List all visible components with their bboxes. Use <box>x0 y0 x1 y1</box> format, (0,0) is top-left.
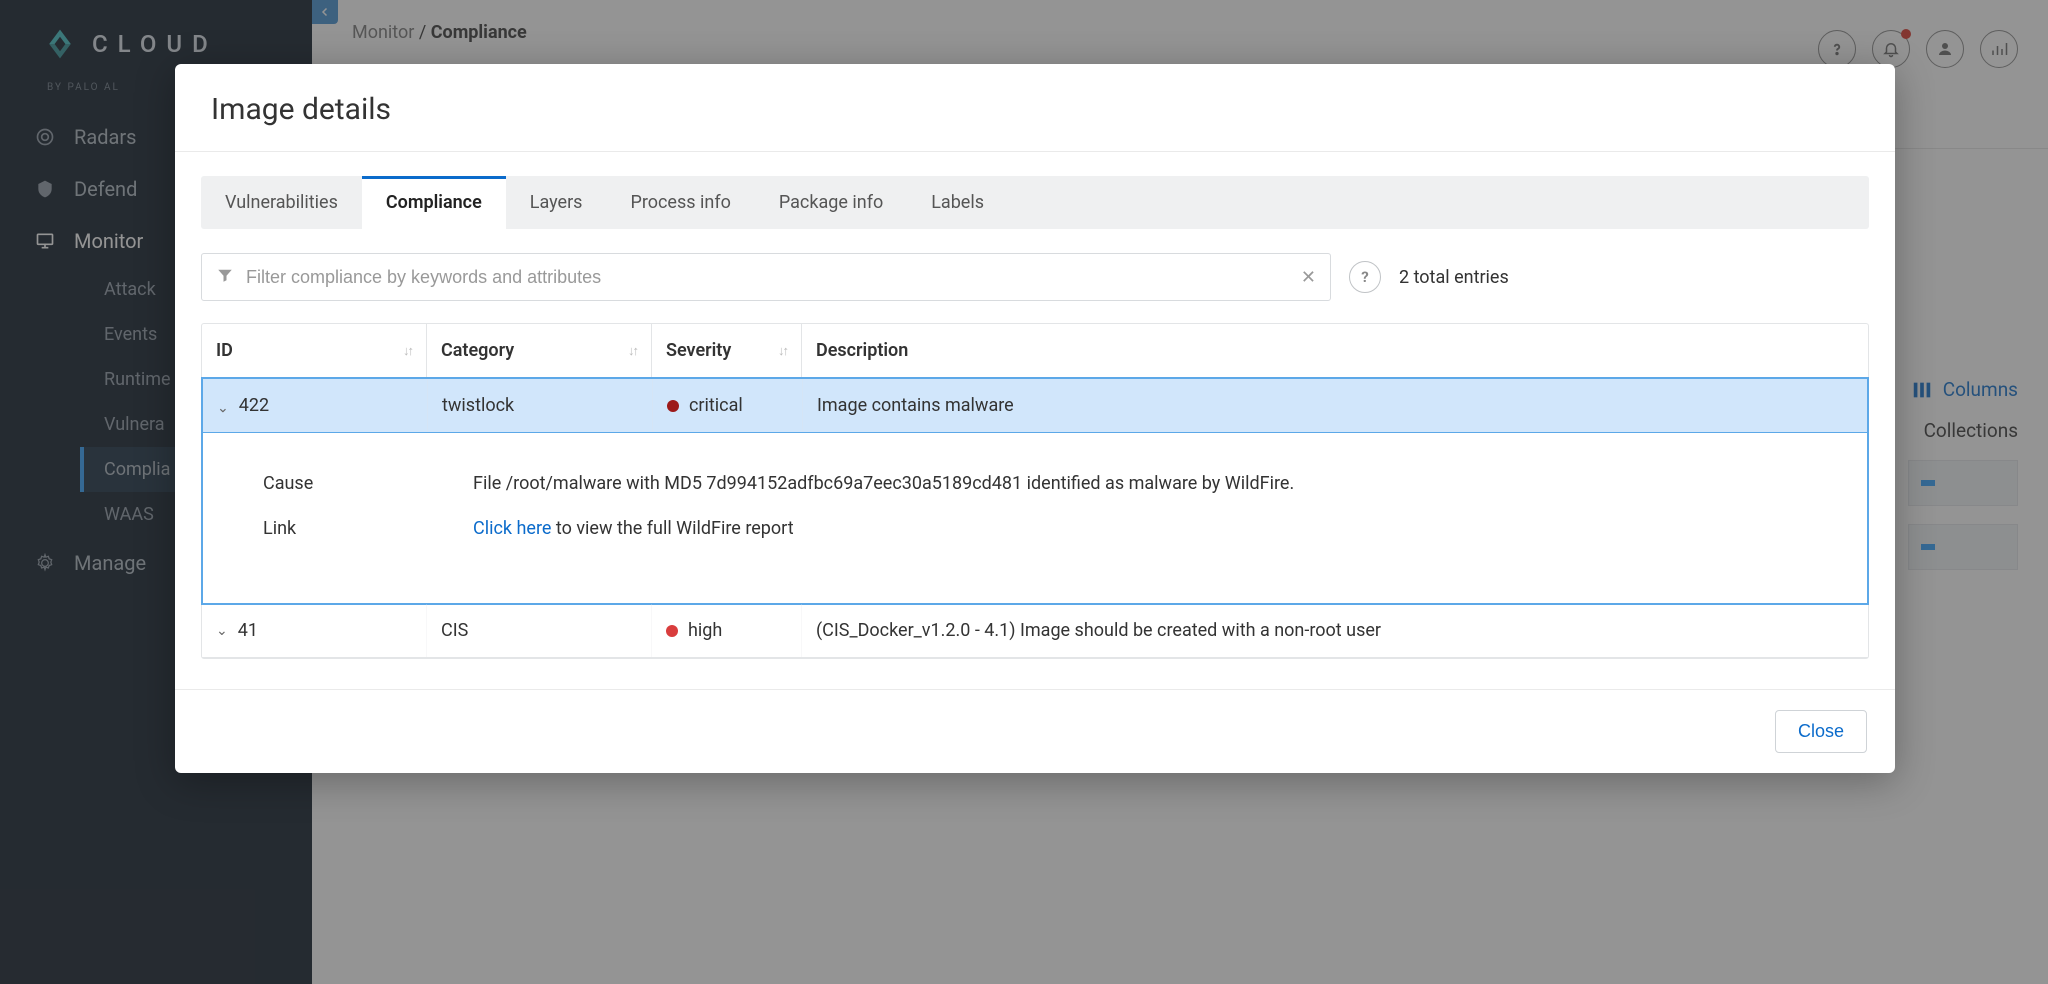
clear-filter-icon[interactable]: ✕ <box>1301 267 1316 288</box>
cell-severity: high <box>652 604 802 657</box>
tab-compliance[interactable]: Compliance <box>362 176 506 229</box>
filter-input[interactable] <box>246 267 1289 288</box>
tab-vulnerabilities[interactable]: Vulnerabilities <box>201 176 362 229</box>
th-id[interactable]: ID ↓↑ <box>202 324 427 377</box>
cell-description: (CIS_Docker_v1.2.0 - 4.1) Image should b… <box>802 604 1868 657</box>
tab-process-info[interactable]: Process info <box>606 176 754 229</box>
wildfire-report-link[interactable]: Click here <box>473 518 551 539</box>
filter-box[interactable]: ✕ <box>201 253 1331 301</box>
filter-icon <box>216 266 234 288</box>
modal-title: Image details <box>175 64 1895 152</box>
chevron-down-icon[interactable]: ⌄ <box>216 623 228 639</box>
cell-category: twistlock <box>428 379 653 432</box>
sort-icon: ↓↑ <box>628 343 637 359</box>
cell-category: CIS <box>427 604 652 657</box>
modal-tabs: Vulnerabilities Compliance Layers Proces… <box>201 176 1869 229</box>
cell-description: Image contains malware <box>803 379 1867 432</box>
tab-package-info[interactable]: Package info <box>755 176 907 229</box>
row-detail-panel: Cause File /root/malware with MD5 7d9941… <box>201 433 1869 605</box>
table-row[interactable]: ⌃ 422 twistlock critical Image contains … <box>201 377 1869 434</box>
filter-row: ✕ ? 2 total entries <box>201 253 1869 301</box>
filter-help-icon[interactable]: ? <box>1349 261 1381 293</box>
tab-layers[interactable]: Layers <box>506 176 607 229</box>
severity-critical-icon <box>667 400 679 412</box>
modal-body: Vulnerabilities Compliance Layers Proces… <box>175 152 1895 689</box>
chevron-up-icon[interactable]: ⌃ <box>217 398 229 414</box>
table-header: ID ↓↑ Category ↓↑ Severity ↓↑ Descriptio… <box>202 324 1868 378</box>
cell-id: ⌃ 422 <box>203 379 428 432</box>
tab-labels[interactable]: Labels <box>907 176 1008 229</box>
th-description[interactable]: Description <box>802 324 1868 377</box>
sort-icon: ↓↑ <box>403 343 412 359</box>
detail-cause: Cause File /root/malware with MD5 7d9941… <box>263 473 1841 494</box>
compliance-table: ID ↓↑ Category ↓↑ Severity ↓↑ Descriptio… <box>201 323 1869 659</box>
table-row[interactable]: ⌄ 41 CIS high (CIS_Docker_v1.2.0 - 4.1) … <box>202 604 1868 658</box>
cell-id: ⌄ 41 <box>202 604 427 657</box>
detail-link: Link Click here to view the full WildFir… <box>263 518 1841 539</box>
close-button[interactable]: Close <box>1775 710 1867 753</box>
th-severity[interactable]: Severity ↓↑ <box>652 324 802 377</box>
modal-footer: Close <box>175 689 1895 773</box>
sort-icon: ↓↑ <box>778 343 787 359</box>
severity-high-icon <box>666 625 678 637</box>
th-category[interactable]: Category ↓↑ <box>427 324 652 377</box>
image-details-modal: Image details Vulnerabilities Compliance… <box>175 64 1895 773</box>
entries-count: 2 total entries <box>1399 267 1509 288</box>
cell-severity: critical <box>653 379 803 432</box>
